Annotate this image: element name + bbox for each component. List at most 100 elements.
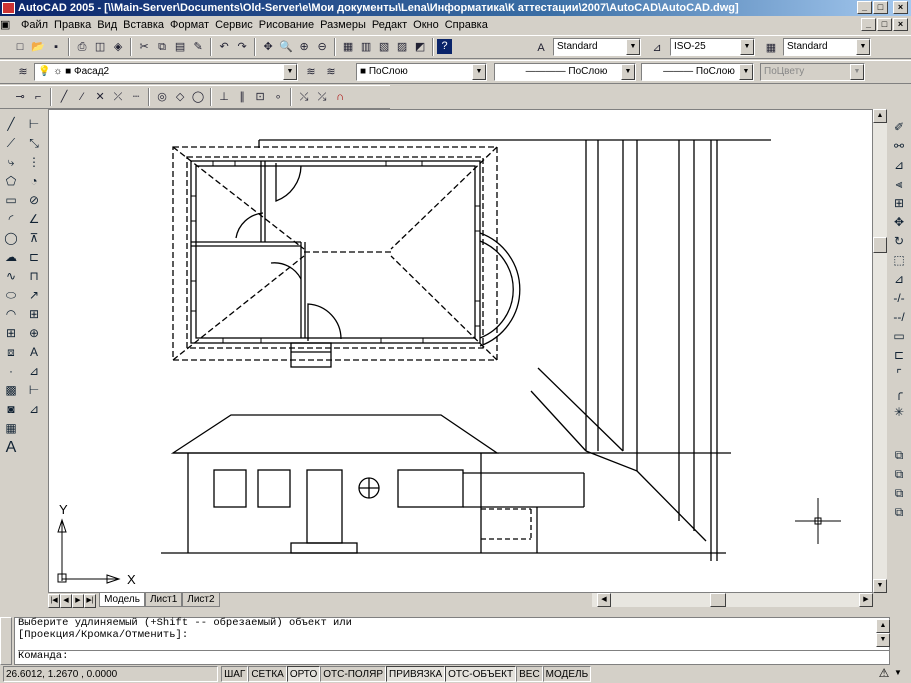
trim-icon[interactable]: -/- — [888, 289, 910, 308]
sheetset-icon[interactable]: ▨ — [393, 38, 411, 56]
vertical-scrollbar[interactable] — [873, 109, 887, 593]
ellipse-icon[interactable]: ⬭ — [0, 286, 22, 305]
menu-tools[interactable]: Сервис — [212, 16, 256, 34]
layer-manager-icon[interactable]: ≋ — [14, 63, 32, 81]
dim-aligned-icon[interactable]: ⤡ — [23, 134, 45, 153]
dim-update-icon[interactable]: ⊢ — [23, 381, 45, 400]
move-icon[interactable]: ✥ — [888, 213, 910, 232]
menu-format[interactable]: Формат — [167, 16, 212, 34]
vertical-scroll-thumb[interactable] — [873, 237, 887, 253]
copy-icon[interactable]: ⧉ — [153, 38, 171, 56]
revcloud-icon[interactable]: ☁ — [0, 248, 22, 267]
hatch-icon[interactable]: ▩ — [0, 381, 22, 400]
snap-from-icon[interactable]: ⌐ — [29, 88, 47, 106]
bring-above-icon[interactable]: ⧉ — [888, 484, 910, 503]
snap-parallel-icon[interactable]: ∥ — [233, 88, 251, 106]
send-under-icon[interactable]: ⧉ — [888, 503, 910, 522]
center-mark-icon[interactable]: ⊕ — [23, 324, 45, 343]
snap-tangent-icon[interactable]: ◯ — [189, 88, 207, 106]
array-icon[interactable]: ⊞ — [888, 194, 910, 213]
comm-center-icon[interactable]: ⚠ — [876, 666, 892, 682]
tab-sheet1[interactable]: Лист1 — [144, 593, 183, 607]
scale-icon[interactable]: ⬚ — [888, 251, 910, 270]
toolpalettes-icon[interactable]: ▧ — [375, 38, 393, 56]
make-current-layer-icon[interactable]: ≋ — [302, 63, 320, 81]
dim-text-edit-icon[interactable]: ⊿ — [23, 362, 45, 381]
spline-icon[interactable]: ∿ — [0, 267, 22, 286]
horizontal-scrollbar[interactable] — [592, 593, 873, 607]
dim-diameter-icon[interactable]: ⊘ — [23, 191, 45, 210]
status-osnap[interactable]: ПРИВЯЗКА — [386, 666, 446, 682]
polyline-icon[interactable]: ⤷ — [0, 153, 22, 172]
tab-model[interactable]: Модель — [99, 593, 145, 607]
status-snap[interactable]: ШАГ — [221, 666, 249, 682]
snap-center-icon[interactable]: ◎ — [153, 88, 171, 106]
chamfer-icon[interactable]: ⌜ — [888, 365, 910, 384]
status-lwt[interactable]: ВЕС — [516, 666, 543, 682]
maximize-button[interactable]: □ — [873, 1, 888, 14]
tab-first-button[interactable]: |◀ — [48, 594, 60, 608]
pan-icon[interactable]: ✥ — [259, 38, 277, 56]
save-icon[interactable]: ▪ — [47, 38, 65, 56]
arc-icon[interactable]: ◜ — [0, 210, 22, 229]
preview-icon[interactable]: ◫ — [91, 38, 109, 56]
make-block-icon[interactable]: ⧈ — [0, 343, 22, 362]
cmd-scroll-up[interactable]: ▲ — [876, 619, 890, 633]
text-style-icon[interactable]: A — [532, 39, 550, 57]
print-icon[interactable]: ⎙ — [73, 38, 91, 56]
dim-continue-icon[interactable]: ⊓ — [23, 267, 45, 286]
drawing-area[interactable]: Y X — [48, 109, 873, 593]
break-icon[interactable]: ⊏ — [888, 346, 910, 365]
xline-icon[interactable]: ⟋ — [0, 134, 22, 153]
snap-nearest-icon[interactable]: ⤯ — [295, 88, 313, 106]
scroll-down-button[interactable]: ▼ — [873, 579, 887, 593]
dim-style-icon[interactable]: ⊿ — [648, 39, 666, 57]
menu-window[interactable]: Окно — [410, 16, 442, 34]
circle-icon[interactable]: ◯ — [0, 229, 22, 248]
lineweight-select[interactable]: ——— ПоСлою ▼ — [641, 63, 754, 81]
snap-apparent-icon[interactable]: ⤫ — [109, 88, 127, 106]
redo-icon[interactable]: ↷ — [233, 38, 251, 56]
status-otrack[interactable]: ОТС-ОБЪЕКТ — [445, 666, 517, 682]
ellipse-arc-icon[interactable]: ◠ — [0, 305, 22, 324]
zoom-window-icon[interactable]: ⊕ — [295, 38, 313, 56]
matchprop-icon[interactable]: ✎ — [189, 38, 207, 56]
command-window[interactable]: Выберите удлиняемый (+Shift -- обрезаемы… — [14, 617, 890, 665]
command-line[interactable]: Команда: — [18, 650, 889, 663]
dim-style-select[interactable]: ISO-25 ▼ — [670, 38, 755, 56]
rotate-icon[interactable]: ↻ — [888, 232, 910, 251]
open-file-icon[interactable]: 📂 — [29, 38, 47, 56]
scroll-up-button[interactable]: ▲ — [873, 109, 887, 123]
snap-quadrant-icon[interactable]: ◇ — [171, 88, 189, 106]
table-icon[interactable]: ▦ — [0, 419, 22, 438]
tab-last-button[interactable]: ▶| — [84, 594, 96, 608]
mtext-icon[interactable]: A — [0, 438, 22, 457]
menu-file[interactable]: Файл — [18, 16, 51, 34]
layer-previous-icon[interactable]: ≋ — [322, 63, 340, 81]
mirror-icon[interactable]: ⊿ — [888, 156, 910, 175]
doc-restore-button[interactable]: □ — [877, 18, 892, 31]
markup-icon[interactable]: ◩ — [411, 38, 429, 56]
document-icon[interactable]: ▣ — [0, 16, 18, 34]
copy-object-icon[interactable]: ⚯ — [888, 137, 910, 156]
doc-close-button[interactable]: × — [893, 18, 908, 31]
paste-icon[interactable]: ▤ — [171, 38, 189, 56]
menu-modify[interactable]: Редакт — [369, 16, 410, 34]
undo-icon[interactable]: ↶ — [215, 38, 233, 56]
dim-edit-icon[interactable]: A — [23, 343, 45, 362]
extend-icon[interactable]: --/ — [888, 308, 910, 327]
osnap-settings-icon[interactable]: ∩ — [331, 88, 349, 106]
status-menu-icon[interactable]: ▼ — [894, 668, 906, 680]
tab-prev-button[interactable]: ◀ — [60, 594, 72, 608]
linetype-select[interactable]: ———— ПоСлою ▼ — [494, 63, 636, 81]
polygon-icon[interactable]: ⬠ — [0, 172, 22, 191]
zoom-realtime-icon[interactable]: 🔍 — [277, 38, 295, 56]
dim-radius-icon[interactable]: ◔ — [23, 172, 45, 191]
fillet-icon[interactable]: ╭ — [888, 384, 910, 403]
snap-perpendicular-icon[interactable]: ⊥ — [215, 88, 233, 106]
stretch-icon[interactable]: ⊿ — [888, 270, 910, 289]
status-polar[interactable]: ОТС-ПОЛЯР — [320, 666, 386, 682]
insert-block-icon[interactable]: ⊞ — [0, 324, 22, 343]
bring-front-icon[interactable]: ⧉ — [888, 446, 910, 465]
color-select[interactable]: ■ ПоСлою ▼ — [356, 63, 487, 81]
